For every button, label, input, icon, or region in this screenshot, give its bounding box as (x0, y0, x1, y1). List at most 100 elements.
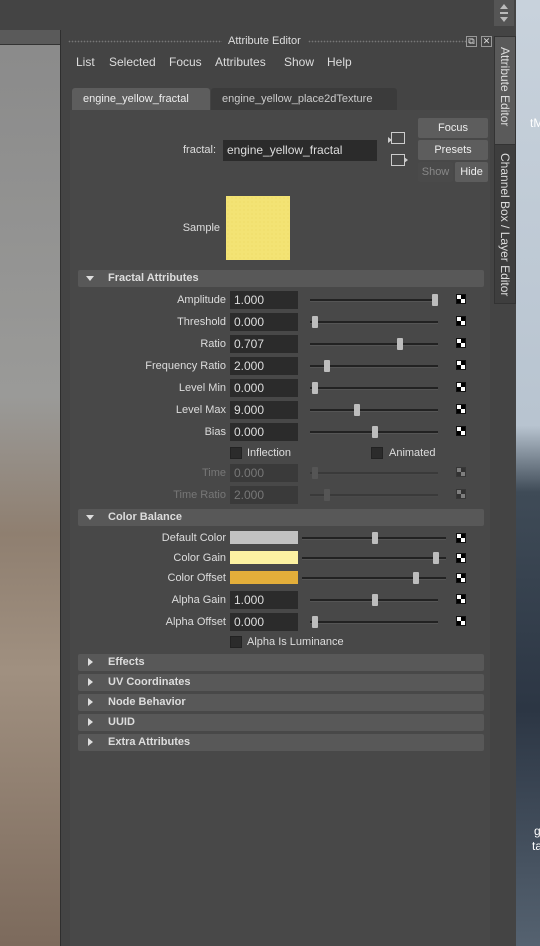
attr-value-field[interactable]: 0.707 (230, 335, 298, 353)
alpha-is-luminance-checkbox[interactable] (230, 636, 242, 648)
restore-icon[interactable]: ⧉ (466, 36, 477, 47)
inflection-checkbox[interactable] (230, 447, 242, 459)
map-texture-icon[interactable] (456, 382, 466, 392)
attr-slider-track[interactable] (310, 387, 438, 390)
collapse-arrow-icon (88, 738, 93, 746)
alpha-is-luminance-label: Alpha Is Luminance (247, 636, 344, 648)
attr-label: Alpha Offset (165, 616, 226, 628)
attr-label: Ratio (200, 338, 226, 350)
attr-slider-thumb[interactable] (432, 294, 438, 306)
menu-help[interactable]: Help (327, 55, 352, 69)
map-texture-icon[interactable] (456, 294, 466, 304)
focus-button[interactable]: Focus (418, 118, 488, 138)
attr-slider-thumb[interactable] (312, 616, 318, 628)
section-uv-coordinates-title: UV Coordinates (108, 676, 191, 688)
map-texture-icon (456, 489, 466, 499)
map-texture-icon[interactable] (456, 316, 466, 326)
attr-value-field[interactable]: 0.000 (230, 613, 298, 631)
desktop-background: tM g ta (516, 0, 540, 946)
map-texture-icon[interactable] (456, 338, 466, 348)
menu-show[interactable]: Show (284, 55, 314, 69)
animated-checkbox[interactable] (371, 447, 383, 459)
menu-focus[interactable]: Focus (169, 55, 202, 69)
map-texture-icon (456, 467, 466, 477)
menu-list[interactable]: List (76, 55, 95, 69)
attr-label: Bias (204, 426, 226, 438)
section-fractal-attributes-title: Fractal Attributes (108, 272, 199, 284)
attr-value-field[interactable]: 0.000 (230, 423, 298, 441)
top-strip (0, 0, 516, 28)
attr-slider-track[interactable] (302, 557, 446, 560)
color-swatch[interactable] (230, 571, 298, 584)
close-icon[interactable]: ✕ (481, 36, 492, 47)
collapse-arrow-icon (88, 678, 93, 686)
hide-button[interactable]: Hide (455, 162, 488, 182)
tab-engine-yellow-fractal[interactable]: engine_yellow_fractal (72, 88, 210, 110)
attr-value-field: 2.000 (230, 486, 298, 504)
color-swatch[interactable] (230, 531, 298, 544)
expand-arrow-icon (86, 276, 94, 281)
attr-label: Time Ratio (173, 489, 226, 501)
sample-swatch[interactable] (226, 196, 290, 260)
scroll-control[interactable] (494, 0, 514, 26)
attr-value-field[interactable]: 2.000 (230, 357, 298, 375)
menu-selected[interactable]: Selected (109, 55, 156, 69)
attr-slider-track[interactable] (302, 577, 446, 580)
attr-slider-thumb[interactable] (372, 594, 378, 606)
map-texture-icon[interactable] (456, 594, 466, 604)
section-effects-title: Effects (108, 656, 145, 668)
section-node-behavior[interactable]: Node Behavior (78, 694, 484, 711)
side-tab-channel-box[interactable]: Channel Box / Layer Editor (494, 144, 516, 304)
section-extra-attributes[interactable]: Extra Attributes (78, 734, 484, 751)
attr-slider-thumb[interactable] (372, 532, 378, 544)
menu-attributes[interactable]: Attributes (215, 55, 266, 69)
output-connection-icon[interactable] (391, 154, 408, 166)
map-texture-icon[interactable] (456, 616, 466, 626)
attr-slider-track[interactable] (310, 343, 438, 346)
map-texture-icon[interactable] (456, 360, 466, 370)
section-uuid[interactable]: UUID (78, 714, 484, 731)
inflection-label: Inflection (247, 447, 292, 459)
attr-slider-thumb[interactable] (372, 426, 378, 438)
section-effects[interactable]: Effects (78, 654, 484, 671)
attr-value-field[interactable]: 1.000 (230, 591, 298, 609)
section-color-balance[interactable]: Color Balance (78, 509, 484, 526)
show-button[interactable]: Show (418, 162, 453, 182)
attr-slider-track[interactable] (310, 321, 438, 324)
map-texture-icon[interactable] (456, 573, 466, 583)
attr-value-field[interactable]: 0.000 (230, 313, 298, 331)
attr-slider-thumb[interactable] (397, 338, 403, 350)
presets-button[interactable]: Presets (418, 140, 488, 160)
attr-label: Threshold (177, 316, 226, 328)
attr-slider-thumb[interactable] (413, 572, 419, 584)
scroll-up-icon[interactable] (500, 4, 508, 9)
input-connection-icon[interactable] (388, 132, 405, 144)
map-texture-icon[interactable] (456, 426, 466, 436)
attr-slider-thumb[interactable] (324, 360, 330, 372)
attr-slider-thumb[interactable] (433, 552, 439, 564)
map-texture-icon[interactable] (456, 553, 466, 563)
section-uuid-title: UUID (108, 716, 135, 728)
attr-value-field[interactable]: 9.000 (230, 401, 298, 419)
attr-slider-track[interactable] (310, 409, 438, 412)
attr-value-field[interactable]: 0.000 (230, 379, 298, 397)
color-swatch[interactable] (230, 551, 298, 564)
map-texture-icon[interactable] (456, 404, 466, 414)
map-texture-icon[interactable] (456, 533, 466, 543)
attr-label: Color Gain (173, 552, 226, 564)
attr-slider-thumb[interactable] (312, 316, 318, 328)
node-type-label: fractal: (182, 144, 216, 156)
scroll-down-icon[interactable] (500, 17, 508, 22)
attr-slider-thumb[interactable] (312, 382, 318, 394)
section-uv-coordinates[interactable]: UV Coordinates (78, 674, 484, 691)
collapse-arrow-icon (88, 658, 93, 666)
attr-slider-track[interactable] (310, 299, 438, 302)
section-fractal-attributes[interactable]: Fractal Attributes (78, 270, 484, 287)
collapse-arrow-icon (88, 718, 93, 726)
node-name-field[interactable]: engine_yellow_fractal (223, 140, 377, 161)
attr-slider-track[interactable] (310, 621, 438, 624)
side-tab-attribute-editor-label: Attribute Editor (498, 47, 512, 127)
tab-engine-yellow-place2dtexture[interactable]: engine_yellow_place2dTexture (211, 88, 397, 110)
attr-value-field[interactable]: 1.000 (230, 291, 298, 309)
attr-slider-thumb[interactable] (354, 404, 360, 416)
